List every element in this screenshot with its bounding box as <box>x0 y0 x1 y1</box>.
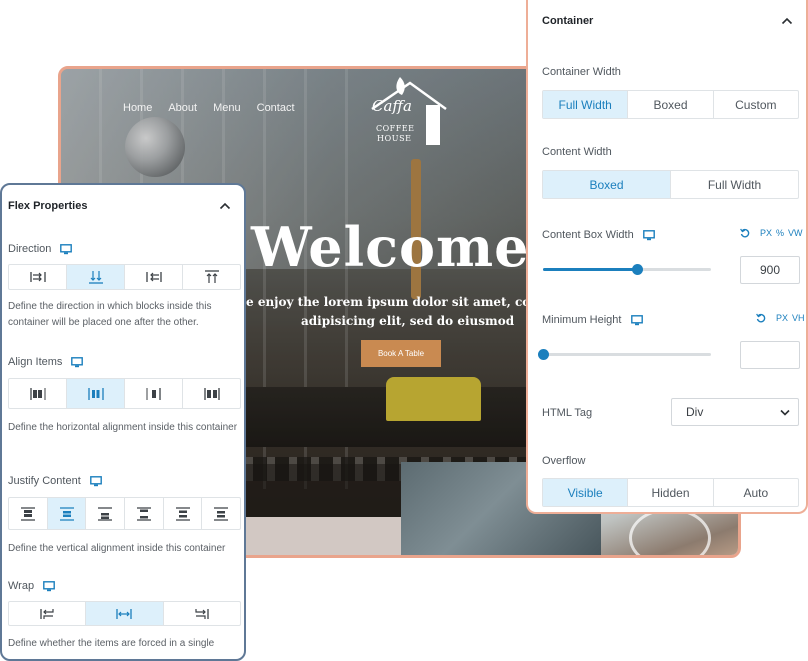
minimum-height-slider-handle[interactable] <box>537 349 549 360</box>
desktop-monitor-icon[interactable] <box>43 580 56 592</box>
container-panel-header[interactable]: Container <box>528 0 806 42</box>
justify-space-around-icon[interactable] <box>164 498 203 529</box>
align-items-label: Align Items <box>8 356 84 368</box>
direction-control <box>8 264 241 290</box>
justify-center-icon[interactable] <box>47 498 87 529</box>
wrap-control <box>8 601 241 626</box>
container-width-full-width[interactable]: Full Width <box>543 91 629 118</box>
overflow-auto[interactable]: Auto <box>714 479 798 506</box>
nowrap-icon[interactable] <box>9 602 87 625</box>
container-width-control: Full Width Boxed Custom <box>542 90 799 119</box>
align-start-icon[interactable] <box>9 379 67 408</box>
hero-subtitle: e enjoy the lorem ipsum dolor sit amet, … <box>246 293 566 331</box>
container-width-boxed[interactable]: Boxed <box>628 91 714 118</box>
unit-vw[interactable]: VW <box>788 228 803 238</box>
content-box-width-label: Content Box Width <box>542 229 655 241</box>
content-width-full-width[interactable]: Full Width <box>671 171 798 198</box>
justify-space-between-icon[interactable] <box>125 498 164 529</box>
unit-vh[interactable]: VH <box>792 313 805 323</box>
wrap-text: Wrap <box>8 580 35 592</box>
flex-properties-panel: Flex Properties Direction Define the dir… <box>0 183 246 661</box>
align-center-icon[interactable] <box>67 379 125 408</box>
content-box-width-input[interactable]: 900 <box>740 256 800 284</box>
column-reverse-icon[interactable] <box>183 265 240 289</box>
justify-end-icon[interactable] <box>86 498 126 529</box>
hero-title: Welcome <box>251 215 530 279</box>
nav-contact-link[interactable]: Contact <box>257 102 295 114</box>
minimum-height-text: Minimum Height <box>542 314 622 326</box>
container-panel-title: Container <box>542 15 594 27</box>
wrap-label: Wrap <box>8 580 56 592</box>
desktop-monitor-icon[interactable] <box>630 314 643 326</box>
wrap-icon[interactable] <box>86 602 164 625</box>
direction-description: Define the direction in which blocks ins… <box>8 301 212 328</box>
site-logo[interactable]: Caffa COFFEE HOUSE <box>364 75 450 147</box>
justify-space-evenly-icon[interactable] <box>202 498 240 529</box>
container-width-label: Container Width <box>542 66 621 78</box>
row-reverse-icon[interactable] <box>125 265 183 289</box>
chevron-down-icon <box>780 409 790 416</box>
overflow-hidden[interactable]: Hidden <box>628 479 714 506</box>
reset-icon[interactable] <box>756 313 766 323</box>
wrap-description: Define whether the items are forced in a… <box>8 638 215 649</box>
overflow-control: Visible Hidden Auto <box>542 478 799 507</box>
minimum-height-label: Minimum Height <box>542 314 643 326</box>
desktop-monitor-icon[interactable] <box>642 229 655 241</box>
hero-subtitle-line-2: adipisicing elit, sed do eiusmod <box>301 314 515 328</box>
flex-panel-header[interactable]: Flex Properties <box>2 185 244 227</box>
reset-icon[interactable] <box>740 228 750 238</box>
align-items-description: Define the horizontal alignment inside t… <box>8 422 238 433</box>
content-box-width-text: Content Box Width <box>542 229 634 241</box>
desktop-monitor-icon[interactable] <box>71 356 84 368</box>
logo-line-2: HOUSE <box>377 134 412 143</box>
column-icon[interactable] <box>67 265 125 289</box>
content-width-label: Content Width <box>542 146 612 158</box>
unit-px[interactable]: PX <box>760 228 772 238</box>
wrap-reverse-icon[interactable] <box>164 602 240 625</box>
justify-content-description: Define the vertical alignment inside thi… <box>8 543 226 554</box>
align-items-text: Align Items <box>8 356 63 368</box>
direction-label: Direction <box>8 243 73 255</box>
nav-menu-link[interactable]: Menu <box>213 102 241 114</box>
align-stretch-icon[interactable] <box>183 379 240 408</box>
html-tag-value: Div <box>686 405 704 419</box>
justify-content-label: Justify Content <box>8 475 102 487</box>
logo-line-1: COFFEE <box>376 124 415 133</box>
justify-content-control <box>8 497 241 530</box>
nav-home-link[interactable]: Home <box>123 102 152 114</box>
direction-text: Direction <box>8 243 52 255</box>
desktop-monitor-icon[interactable] <box>60 243 73 255</box>
site-nav: Home About Menu Contact <box>123 102 295 114</box>
hero-subtitle-line-1: e enjoy the lorem ipsum dolor sit amet, … <box>246 295 546 309</box>
content-width-boxed[interactable]: Boxed <box>543 171 671 198</box>
unit-percent[interactable]: % <box>776 228 784 238</box>
minimum-height-units: PX VH <box>756 313 805 323</box>
html-tag-label: HTML Tag <box>542 407 593 419</box>
nav-about-link[interactable]: About <box>168 102 197 114</box>
minimum-height-input[interactable] <box>740 341 800 369</box>
logo-script: Caffa <box>372 97 412 115</box>
minimum-height-slider-track[interactable] <box>543 353 711 356</box>
html-tag-select[interactable]: Div <box>671 398 799 426</box>
justify-start-icon[interactable] <box>9 498 48 529</box>
flex-panel-title: Flex Properties <box>8 200 88 212</box>
row-icon[interactable] <box>9 265 67 289</box>
content-width-control: Boxed Full Width <box>542 170 799 199</box>
align-items-control <box>8 378 241 409</box>
container-panel: Container Container Width Full Width Box… <box>526 0 808 514</box>
book-table-button[interactable]: Book A Table <box>361 340 441 367</box>
chevron-up-icon[interactable] <box>780 14 794 28</box>
content-box-width-units: PX % VW <box>740 228 803 238</box>
chevron-up-icon[interactable] <box>218 199 232 213</box>
container-width-custom[interactable]: Custom <box>714 91 798 118</box>
align-end-icon[interactable] <box>125 379 183 408</box>
overflow-label: Overflow <box>542 455 586 467</box>
content-box-width-slider-handle[interactable] <box>631 264 643 275</box>
unit-px[interactable]: PX <box>776 313 788 323</box>
desktop-monitor-icon[interactable] <box>89 475 102 487</box>
justify-content-text: Justify Content <box>8 475 81 487</box>
overflow-visible[interactable]: Visible <box>543 479 629 506</box>
content-box-width-slider-fill <box>543 268 638 271</box>
